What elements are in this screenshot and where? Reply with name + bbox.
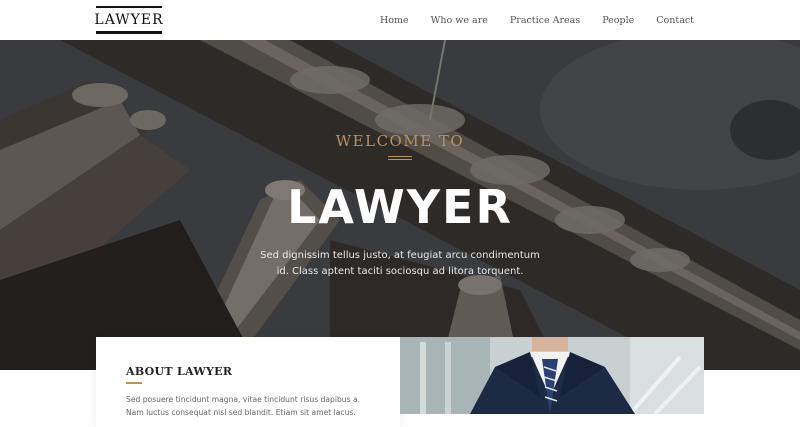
- about-title-rule: [126, 382, 142, 384]
- hero-welcome-text: WELCOME TO: [335, 132, 465, 150]
- nav-who-we-are[interactable]: Who we are: [431, 15, 488, 26]
- lawyer-photo-image: [400, 337, 704, 414]
- about-title: ABOUT LAWYER: [126, 365, 233, 378]
- hero-subtitle: Sed dignissim tellus justo, at feugiat a…: [260, 250, 540, 277]
- hero-title: LAWYER: [287, 180, 513, 234]
- site-logo[interactable]: LAWYER: [94, 6, 163, 34]
- about-text: Sed posuere tincidunt magna, vitae tinci…: [126, 395, 361, 417]
- nav-home[interactable]: Home: [380, 15, 409, 26]
- hero-content: WELCOME TO LAWYER Sed dignissim tellus j…: [0, 40, 800, 370]
- hero-welcome-rule: [388, 156, 412, 157]
- nav-people[interactable]: People: [602, 15, 634, 26]
- lawyer-photo-art: [400, 337, 704, 414]
- hero-section: WELCOME TO LAWYER Sed dignissim tellus j…: [0, 40, 800, 370]
- site-header: LAWYER Home Who we are Practice Areas Pe…: [0, 0, 800, 40]
- nav-contact[interactable]: Contact: [656, 15, 694, 26]
- nav-practice-areas[interactable]: Practice Areas: [510, 15, 580, 26]
- main-nav: Home Who we are Practice Areas People Co…: [380, 0, 694, 40]
